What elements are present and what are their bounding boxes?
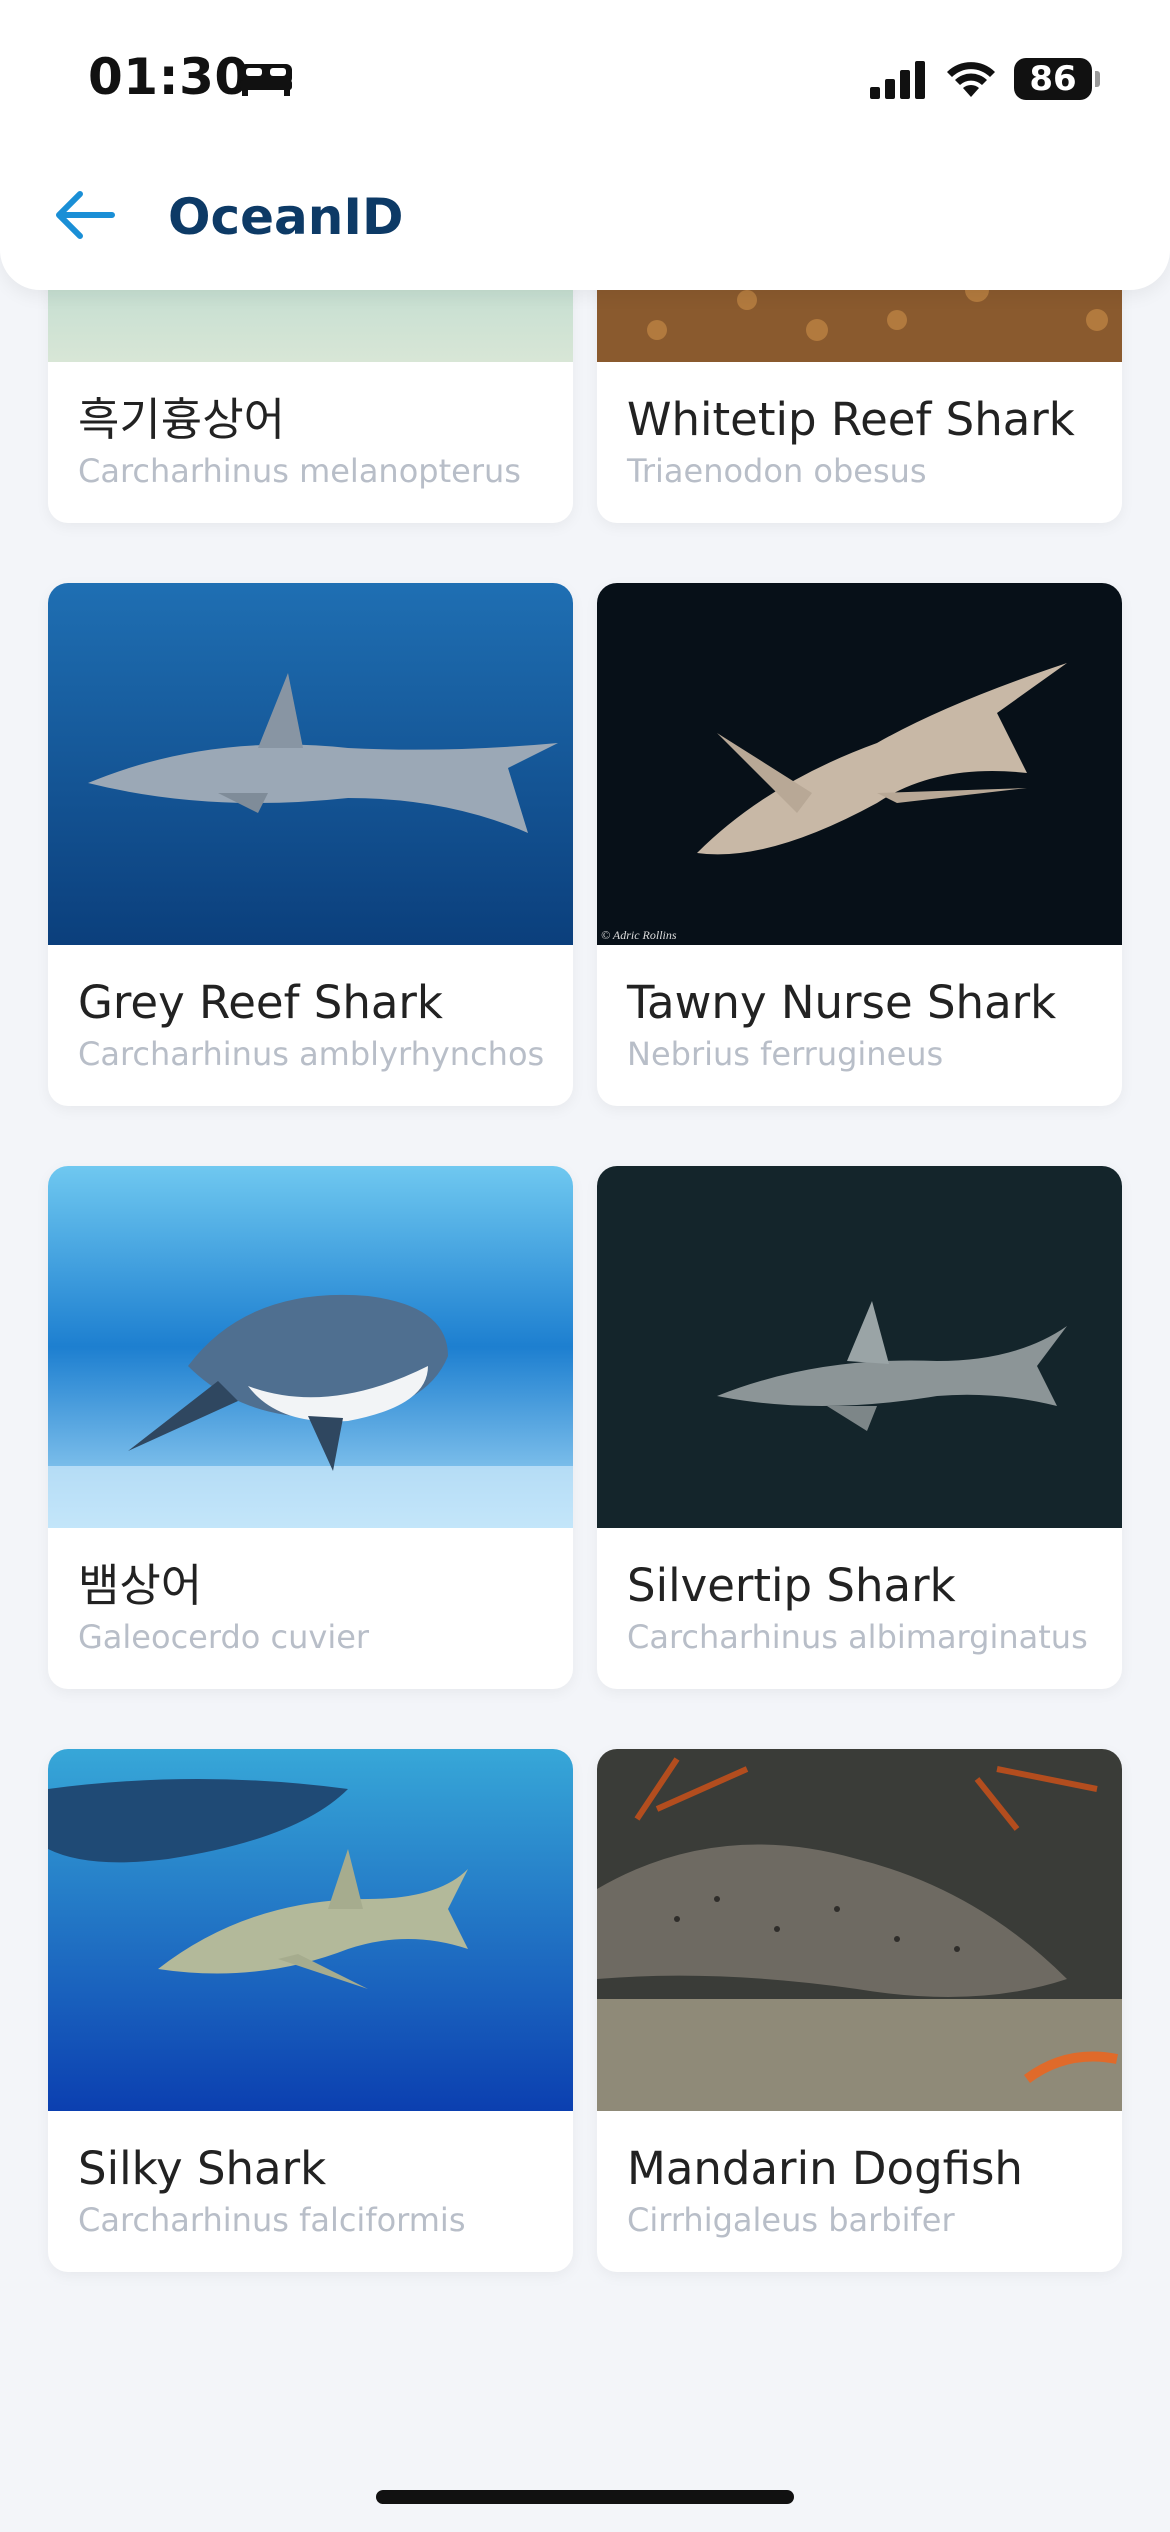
species-name: 뱀상어	[78, 1559, 203, 1612]
species-name: Tawny Nurse Shark	[627, 976, 1057, 1029]
species-photo: © Adric Rollins	[597, 583, 1122, 945]
species-card[interactable]: Silky Shark Carcharhinus falciformis	[48, 1749, 573, 2272]
species-photo	[597, 1749, 1122, 2111]
species-scientific-name: Carcharhinus albimarginatus	[627, 1618, 1088, 1656]
species-name: Grey Reef Shark	[78, 976, 443, 1029]
page-title: OceanID	[168, 188, 404, 246]
species-photo	[597, 1166, 1122, 1528]
species-scientific-name: Carcharhinus falciformis	[78, 2201, 466, 2239]
species-card[interactable]: © Adric Rollins Tawny Nurse Shark Nebriu…	[597, 583, 1122, 1106]
species-photo	[48, 1749, 573, 2111]
sleep-mode-icon	[240, 64, 292, 96]
battery-icon: 86	[1014, 58, 1100, 100]
status-indicators: 86	[868, 54, 1100, 104]
cellular-signal-icon	[870, 61, 925, 99]
species-card[interactable]: Silvertip Shark Carcharhinus albimargina…	[597, 1166, 1122, 1689]
species-name: 흑기흉상어	[78, 393, 286, 446]
species-name: Silvertip Shark	[627, 1559, 956, 1612]
species-grid: 흑기흉상어 Carcharhinus melanopterus Whitetip…	[48, 0, 1122, 2272]
species-scientific-name: Nebrius ferrugineus	[627, 1035, 944, 1073]
species-card[interactable]: 뱀상어 Galeocerdo cuvier	[48, 1166, 573, 1689]
status-time: 01:30	[88, 48, 250, 106]
home-indicator[interactable]	[376, 2490, 794, 2504]
species-name: Mandarin Dogfish	[627, 2142, 1023, 2195]
photo-credit: © Adric Rollins	[601, 928, 677, 942]
species-card[interactable]: Grey Reef Shark Carcharhinus amblyrhynch…	[48, 583, 573, 1106]
species-scientific-name: Carcharhinus melanopterus	[78, 452, 521, 490]
species-name: Silky Shark	[78, 2142, 327, 2195]
app-header: 01:30 86 OceanID	[0, 0, 1170, 290]
species-name: Whitetip Reef Shark	[627, 393, 1075, 446]
species-scientific-name: Galeocerdo cuvier	[78, 1618, 370, 1656]
species-scientific-name: Carcharhinus amblyrhynchos	[78, 1035, 545, 1073]
battery-level: 86	[1029, 59, 1077, 99]
species-photo	[48, 1166, 573, 1528]
species-card[interactable]: Mandarin Dogfish Cirrhigaleus barbifer	[597, 1749, 1122, 2272]
back-arrow-icon[interactable]	[50, 180, 120, 250]
wifi-icon	[947, 62, 995, 97]
species-photo	[48, 583, 573, 945]
species-scientific-name: Cirrhigaleus barbifer	[627, 2201, 955, 2239]
species-scientific-name: Triaenodon obesus	[627, 452, 927, 490]
